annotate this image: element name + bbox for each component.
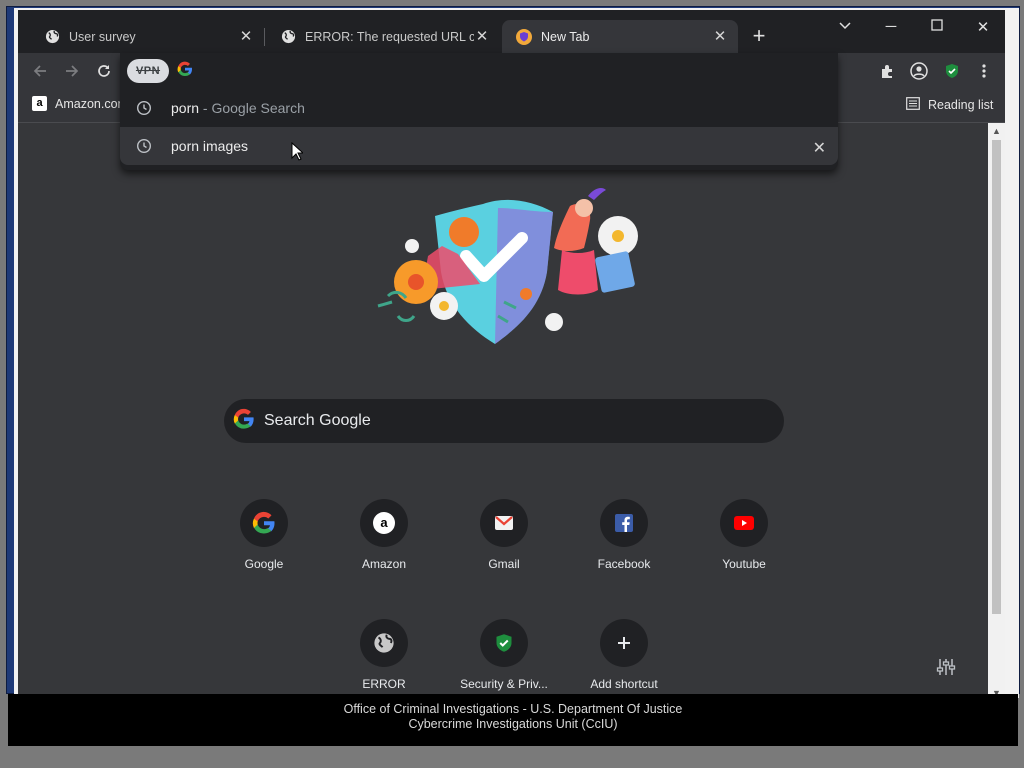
shortcut-icon-circle [600, 499, 648, 547]
minimize-button[interactable]: ─ [880, 18, 902, 35]
shortcut-google[interactable]: Google [208, 499, 320, 599]
google-icon [233, 408, 255, 435]
shortcut-label: Amazon [361, 557, 407, 571]
shortcut-icon-circle [720, 499, 768, 547]
warning-banner: Office of Criminal Investigations - U.S.… [8, 694, 1018, 746]
shortcut-label: ERROR [362, 677, 406, 691]
bookmark-amazon[interactable]: a Amazon.com [32, 96, 128, 111]
vpn-illustration [377, 188, 638, 344]
profile-icon[interactable] [909, 61, 929, 81]
close-icon[interactable]: ✕ [712, 28, 728, 45]
reading-list-label: Reading list [928, 98, 994, 112]
shortcut-icon-circle [600, 619, 648, 667]
tab-search-chevron-icon[interactable] [834, 18, 856, 35]
shortcut-icon-circle [480, 499, 528, 547]
suggestion-row[interactable]: porn - Google Search [120, 89, 838, 127]
globe-icon [280, 29, 296, 45]
shortcut-facebook[interactable]: Facebook [568, 499, 680, 599]
facebook-icon [615, 514, 633, 532]
tab-title: New Tab [541, 29, 590, 44]
customize-sliders-icon[interactable] [936, 657, 956, 677]
add-shortcut-button[interactable]: Add shortcut [568, 619, 680, 702]
shortcut-icon-circle [240, 499, 288, 547]
shortcut-amazon[interactable]: a Amazon [328, 499, 440, 599]
vpn-shield-icon [516, 28, 532, 45]
suggestion-suffix: - Google Search [199, 100, 305, 116]
new-tab-button[interactable]: + [748, 25, 770, 48]
close-icon[interactable]: ✕ [474, 28, 490, 45]
scrollbar-thumb[interactable] [992, 140, 1001, 614]
shortcut-label: Youtube [722, 557, 766, 571]
shortcut-label: Google [244, 557, 284, 571]
banner-line-2: Cybercrime Investigations Unit (CcIU) [408, 717, 618, 731]
shortcut-label: Facebook [597, 557, 651, 571]
tab-error[interactable]: ERROR: The requested URL could not be re… [266, 20, 500, 53]
tab-strip: User survey ✕ ERROR: The requested URL c… [18, 10, 1005, 53]
history-clock-icon [136, 138, 152, 154]
shortcut-gmail[interactable]: Gmail [448, 499, 560, 599]
shortcut-label: Security & Priv... [460, 677, 548, 691]
shortcut-label: Add shortcut [590, 677, 658, 691]
tab-separator [264, 28, 265, 46]
close-window-button[interactable]: ✕ [972, 18, 994, 36]
forward-button[interactable] [62, 61, 82, 81]
bookmark-label: Amazon.com [55, 96, 128, 111]
shortcut-label: Gmail [488, 557, 520, 571]
reading-list-icon [906, 97, 920, 113]
extensions-icon[interactable] [877, 61, 897, 81]
tab-title: ERROR: The requested URL could not be re… [305, 29, 474, 44]
globe-icon [44, 29, 60, 45]
vpn-badge[interactable]: VPN [127, 59, 169, 83]
search-box[interactable]: Search Google [224, 399, 784, 443]
google-icon [252, 511, 275, 534]
security-extension-icon[interactable] [942, 61, 962, 81]
shortcut-icon-circle [360, 619, 408, 667]
mouse-cursor-icon [291, 142, 303, 161]
amazon-icon: a [373, 512, 395, 534]
omnibox-dropdown: VPN porn - Google Search porn images ✕ [120, 53, 838, 170]
reload-button[interactable] [94, 61, 114, 81]
suggestion-text: porn - Google Search [171, 100, 305, 116]
plus-icon [618, 637, 630, 649]
menu-kebab-icon[interactable] [974, 61, 994, 81]
page-scrollbar[interactable]: ▲ ▼ [988, 123, 1005, 702]
tab-new-tab[interactable]: New Tab ✕ [502, 20, 738, 53]
maximize-button[interactable] [926, 18, 948, 35]
search-placeholder: Search Google [264, 412, 371, 429]
tab-title: User survey [69, 29, 136, 44]
globe-icon [374, 633, 394, 653]
gmail-icon [495, 516, 513, 530]
close-icon[interactable]: ✕ [238, 28, 254, 45]
back-button[interactable] [30, 61, 50, 81]
suggestion-text: porn images [171, 138, 249, 154]
shortcut-error[interactable]: ERROR [328, 619, 440, 702]
remove-suggestion-icon[interactable]: ✕ [813, 138, 826, 158]
banner-line-1: Office of Criminal Investigations - U.S.… [343, 702, 683, 716]
shortcut-icon-circle: a [360, 499, 408, 547]
google-icon [177, 61, 193, 82]
amazon-icon: a [32, 96, 47, 111]
shortcut-youtube[interactable]: Youtube [688, 499, 800, 599]
omnibox-input[interactable]: VPN [120, 53, 838, 89]
shortcut-icon-circle [480, 619, 528, 667]
svg-text:a: a [380, 515, 388, 530]
history-clock-icon [136, 100, 152, 116]
youtube-icon [734, 516, 754, 530]
shortcut-security-privacy[interactable]: Security & Priv... [448, 619, 560, 702]
tab-user-survey[interactable]: User survey ✕ [30, 20, 264, 53]
shield-check-icon [496, 634, 512, 652]
browser-window: User survey ✕ ERROR: The requested URL c… [18, 10, 1005, 702]
scroll-up-arrow-icon[interactable]: ▲ [991, 126, 1002, 136]
suggestion-row-selected[interactable]: porn images ✕ [120, 127, 838, 165]
new-tab-page: Search Google Google a Amazon Gmail Face… [18, 123, 988, 702]
reading-list-button[interactable]: Reading list [906, 97, 993, 113]
